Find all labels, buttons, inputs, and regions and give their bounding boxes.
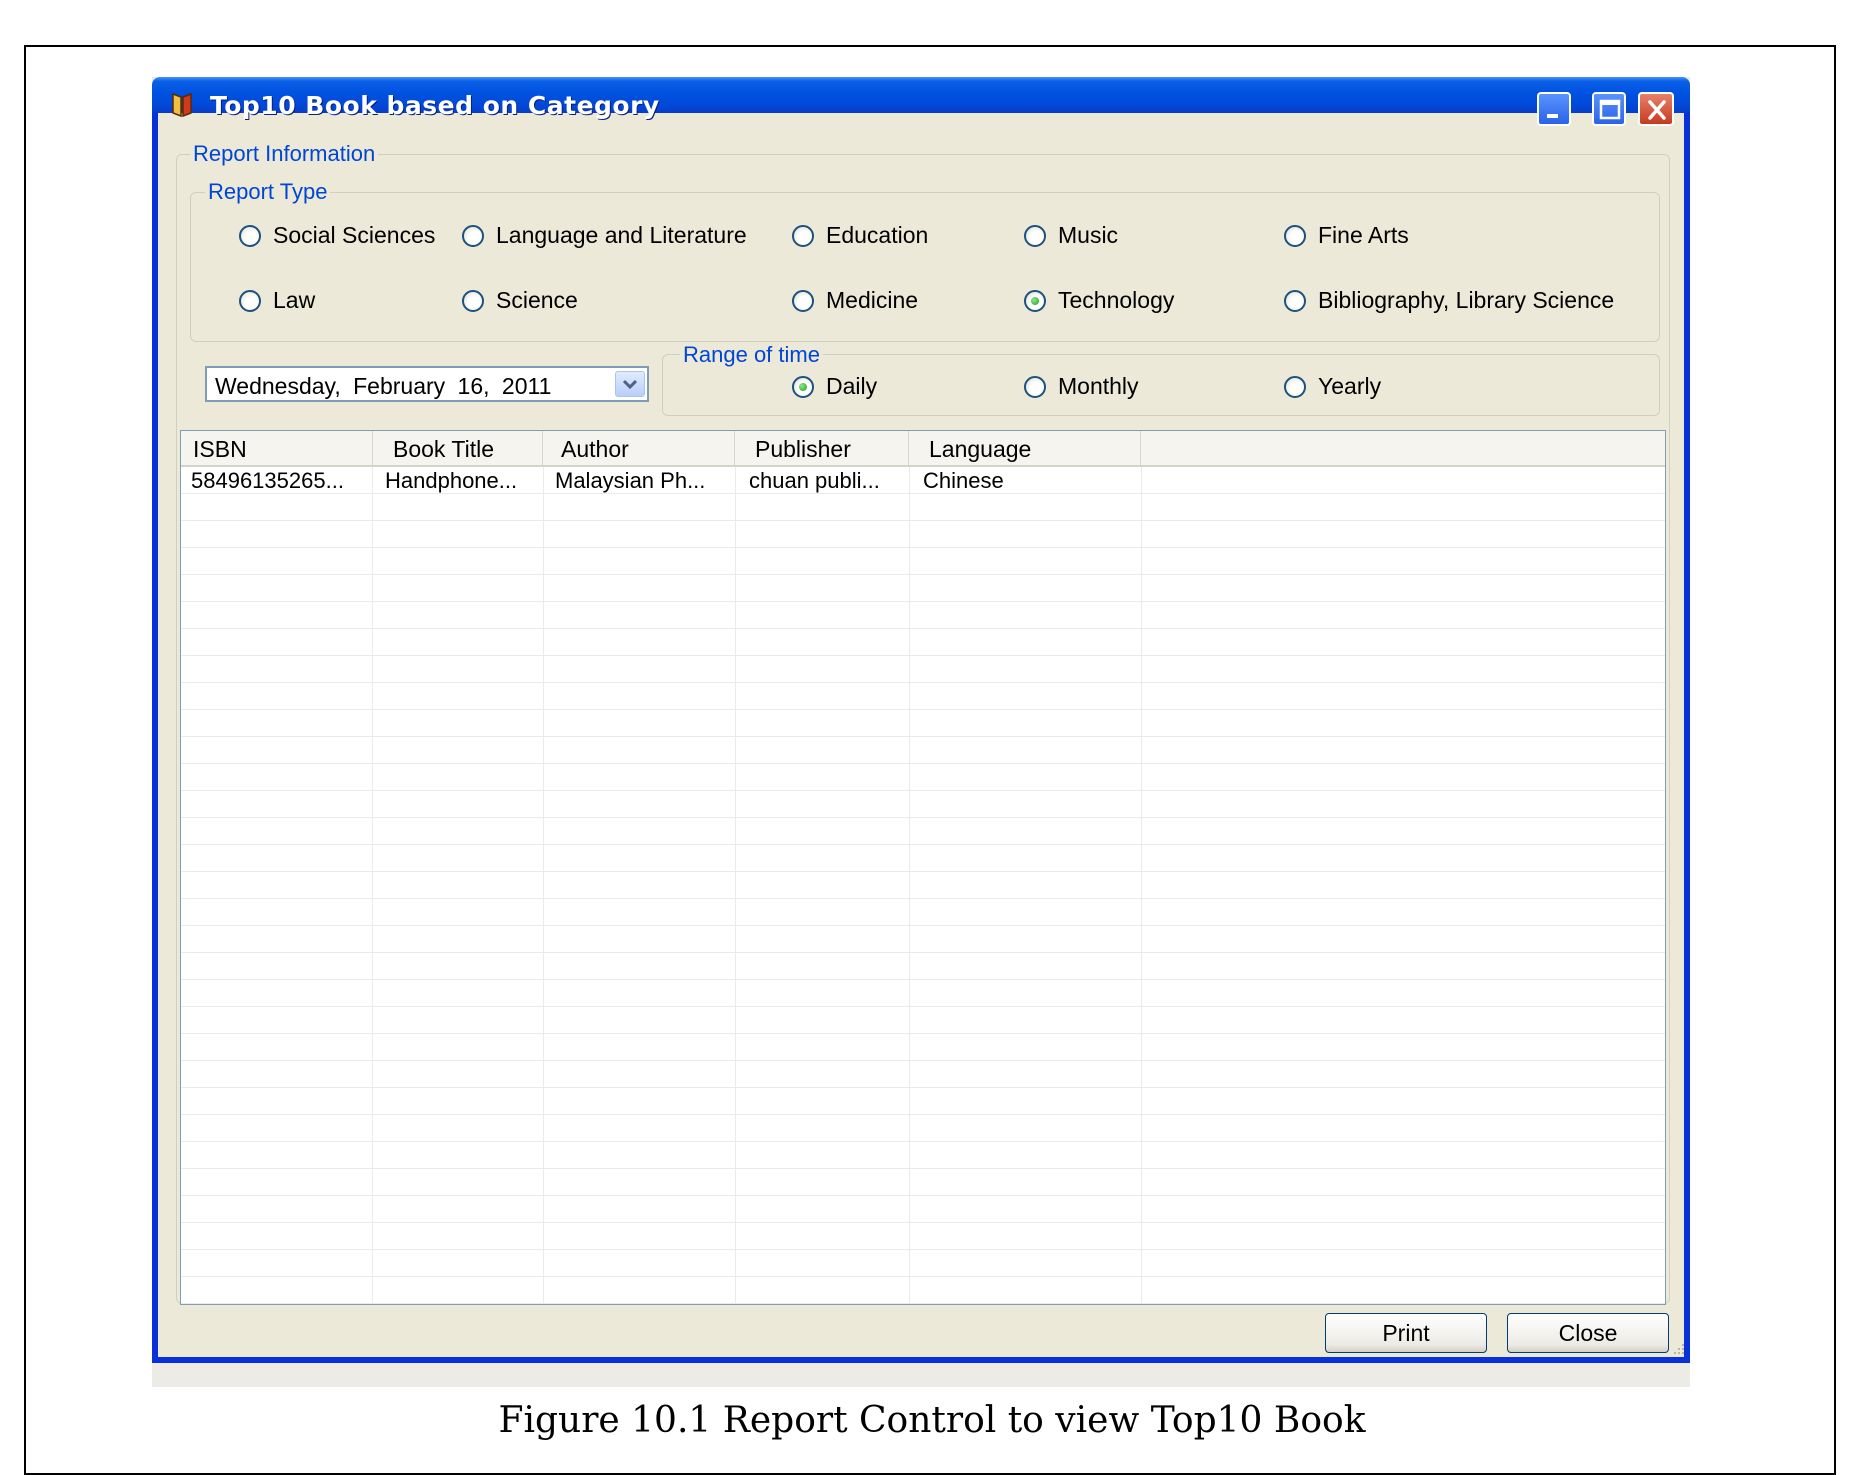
- radio-circle: [239, 289, 261, 312]
- radio-social-sciences[interactable]: Social Sciences: [239, 222, 435, 249]
- radio-circle: [462, 289, 484, 312]
- radio-label: Bibliography, Library Science: [1318, 287, 1615, 313]
- cell-publisher: chuan publi...: [749, 468, 880, 493]
- radio-medicine[interactable]: Medicine: [792, 287, 918, 314]
- column-divider: [909, 467, 910, 1304]
- close-button[interactable]: Close: [1507, 1313, 1669, 1353]
- radio-circle: [239, 224, 261, 247]
- column-divider: [1141, 467, 1142, 1304]
- minimize-icon: [1547, 114, 1558, 118]
- close-window-button[interactable]: [1638, 92, 1674, 126]
- maximize-icon: [1599, 99, 1621, 120]
- book-icon: [172, 92, 192, 118]
- report-type-legend: Report Type: [205, 179, 331, 205]
- radio-circle: [1024, 224, 1046, 247]
- column-header-publisher[interactable]: Publisher: [735, 431, 909, 465]
- cell-language: Chinese: [923, 468, 1004, 493]
- radio-circle: [1284, 375, 1306, 398]
- window-shadow-strip: [152, 1363, 1690, 1387]
- radio-circle-checked: [792, 375, 814, 398]
- radio-label: Science: [496, 287, 578, 313]
- radio-label: Social Sciences: [273, 222, 436, 248]
- radio-label: Education: [826, 222, 929, 248]
- radio-language-and-literature[interactable]: Language and Literature: [462, 222, 747, 249]
- report-information-legend: Report Information: [190, 141, 379, 167]
- column-divider: [372, 467, 373, 1304]
- radio-circle-checked: [1024, 289, 1046, 312]
- radio-label: Monthly: [1058, 373, 1139, 399]
- window-border-right: [1684, 111, 1690, 1361]
- radio-label: Law: [273, 287, 316, 313]
- date-picker[interactable]: Wednesday, February 16, 2011: [205, 366, 649, 402]
- radio-label: Medicine: [826, 287, 919, 313]
- column-divider: [735, 467, 736, 1304]
- column-header-author[interactable]: Author: [543, 431, 735, 465]
- radio-circle: [1284, 224, 1306, 247]
- maximize-button[interactable]: [1592, 92, 1626, 126]
- date-picker-value: Wednesday, February 16, 2011: [215, 373, 552, 399]
- radio-label: Daily: [826, 373, 878, 399]
- radio-label: Yearly: [1318, 373, 1382, 399]
- radio-bibliography-library-science[interactable]: Bibliography, Library Science: [1284, 287, 1614, 314]
- grid-header: ISBN Book Title Author Publisher Languag…: [181, 431, 1665, 467]
- radio-circle: [1024, 375, 1046, 398]
- print-button[interactable]: Print: [1325, 1313, 1487, 1353]
- column-divider: [543, 467, 544, 1304]
- cell-isbn: 58496135265...: [191, 468, 344, 493]
- table-row[interactable]: 58496135265... Handphone... Malaysian Ph…: [181, 468, 1665, 494]
- radio-daily[interactable]: Daily: [792, 373, 877, 400]
- column-header-language[interactable]: Language: [909, 431, 1141, 465]
- radio-fine-arts[interactable]: Fine Arts: [1284, 222, 1409, 249]
- radio-circle: [792, 224, 814, 247]
- radio-monthly[interactable]: Monthly: [1024, 373, 1139, 400]
- figure-caption: Figure 10.1 Report Control to view Top10…: [498, 1400, 1366, 1441]
- radio-technology[interactable]: Technology: [1024, 287, 1174, 314]
- report-type-group: [190, 192, 1660, 342]
- window-title: Top10 Book based on Category: [210, 91, 660, 120]
- grid-row-lines: [181, 467, 1665, 1304]
- resize-grip-icon[interactable]: [1672, 1342, 1686, 1356]
- radio-circle: [792, 289, 814, 312]
- column-header-isbn[interactable]: ISBN: [181, 431, 373, 465]
- radio-music[interactable]: Music: [1024, 222, 1118, 249]
- results-grid[interactable]: ISBN Book Title Author Publisher Languag…: [180, 430, 1666, 1305]
- radio-label: Fine Arts: [1318, 222, 1409, 248]
- radio-circle: [462, 224, 484, 247]
- radio-label: Music: [1058, 222, 1119, 248]
- window-border-left: [152, 111, 158, 1361]
- range-of-time-legend: Range of time: [680, 342, 823, 368]
- close-icon: [1648, 100, 1666, 120]
- radio-law[interactable]: Law: [239, 287, 315, 314]
- minimize-button[interactable]: [1537, 92, 1571, 126]
- radio-circle: [1284, 289, 1306, 312]
- cell-author: Malaysian Ph...: [555, 468, 706, 493]
- date-dropdown-button[interactable]: [615, 371, 645, 397]
- column-header-book-title[interactable]: Book Title: [373, 431, 543, 465]
- radio-science[interactable]: Science: [462, 287, 578, 314]
- radio-label: Language and Literature: [496, 222, 747, 248]
- radio-education[interactable]: Education: [792, 222, 928, 249]
- radio-yearly[interactable]: Yearly: [1284, 373, 1381, 400]
- chevron-down-icon: [622, 379, 638, 390]
- cell-book-title: Handphone...: [385, 468, 518, 493]
- radio-label: Technology: [1058, 287, 1175, 313]
